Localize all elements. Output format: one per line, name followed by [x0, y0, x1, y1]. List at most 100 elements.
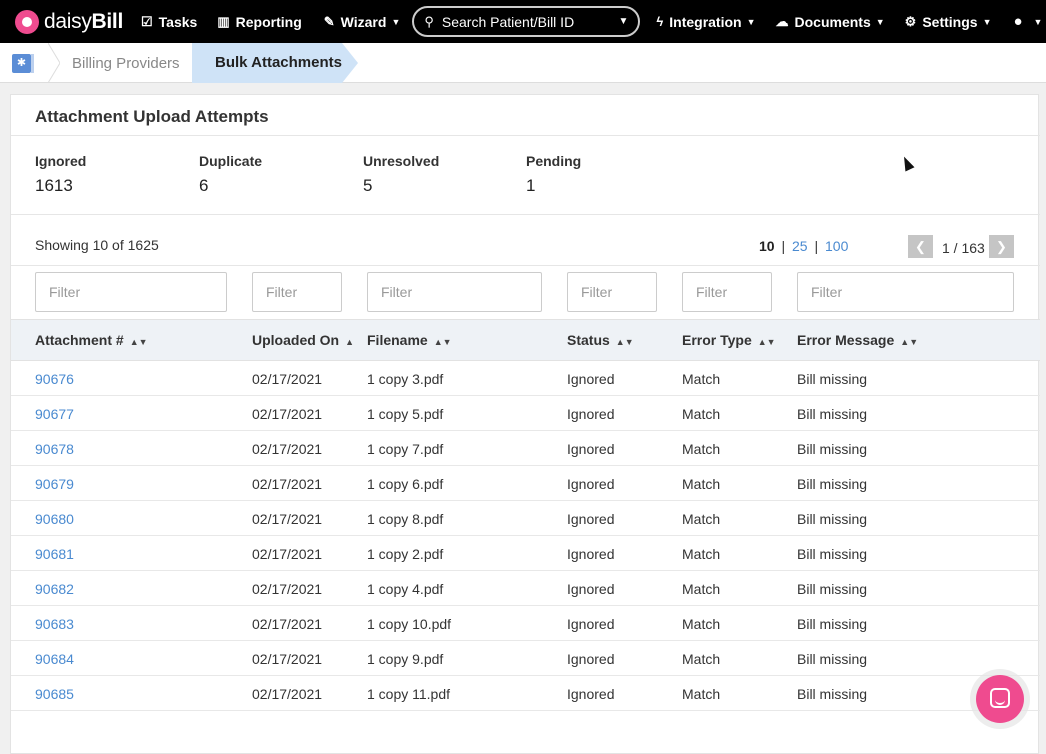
logo-text: daisyBill — [44, 9, 124, 33]
reporting-icon: ▥ — [217, 13, 230, 29]
top-nav: daisyBill ☑ Tasks ▥ Reporting ✎ Wizard ▼ ⚲ S… — [0, 0, 1046, 43]
table-cell: Bill missing — [797, 511, 868, 527]
table-cell: Match — [682, 686, 721, 702]
nav-reporting[interactable]: ▥ Reporting — [217, 0, 301, 43]
page-size-10[interactable]: 10 — [759, 238, 775, 254]
attachment-link[interactable]: 90677 — [35, 406, 74, 422]
user-icon: ● — [1013, 13, 1023, 30]
attachment-link[interactable]: 90680 — [35, 511, 74, 527]
prev-page-button[interactable]: ❮ — [908, 235, 933, 258]
nav-wizard[interactable]: ✎ Wizard ▼ — [324, 0, 401, 43]
table-cell: Bill missing — [797, 616, 868, 632]
table-cell: Match — [682, 476, 721, 492]
nav-tasks[interactable]: ☑ Tasks — [141, 0, 197, 43]
sort-icon: ▲▼ — [757, 337, 776, 347]
filter-error-type[interactable]: Filter — [682, 272, 772, 312]
stat-value: 5 — [363, 176, 373, 195]
table-cell: Match — [682, 511, 721, 527]
table-cell: 1 copy 6.pdf — [367, 476, 444, 492]
chevron-down-icon: ▼ — [746, 16, 756, 27]
documents-icon: ☁ — [775, 13, 789, 29]
table-row: 90681 02/17/2021 1 copy 2.pdf Ignored Match B… — [11, 536, 1040, 571]
stat-duplicate: Duplicate 6 — [199, 153, 262, 196]
table-cell: 1 copy 11.pdf — [367, 686, 451, 702]
nav-documents[interactable]: ☁ Documents ▼ — [776, 0, 885, 43]
table-cell: Bill missing — [797, 651, 868, 667]
breadcrumb-bulk-attachments: Bulk Attachments — [192, 43, 358, 83]
stat-value: 6 — [199, 176, 209, 195]
filter-uploaded-on[interactable]: Filter — [252, 272, 342, 312]
page-size-25[interactable]: 25 — [792, 238, 808, 254]
attachment-link[interactable]: 90676 — [35, 371, 74, 387]
search-input[interactable]: ⚲ Search Patient/Bill ID ▼ — [412, 6, 641, 37]
table-cell: Ignored — [567, 581, 615, 597]
breadcrumb: ✱ Billing Providers Bulk Attachments — [0, 43, 1046, 83]
table-cell: Match — [682, 546, 721, 562]
table-cell: Match — [682, 406, 721, 422]
page-size-selector: 10 | 25 | 100 — [759, 238, 849, 254]
table-cell: Bill missing — [797, 686, 868, 702]
divider — [11, 214, 1040, 215]
daisy-flower-icon — [15, 9, 39, 34]
attachment-link[interactable]: 90679 — [35, 476, 74, 492]
tasks-icon: ☑ — [141, 13, 153, 29]
sort-icon: ▲▼ — [900, 337, 919, 347]
breadcrumb-billing-providers[interactable]: Billing Providers — [72, 55, 180, 72]
table-row: 90676 02/17/2021 1 copy 3.pdf Ignored Match B… — [11, 361, 1040, 396]
filter-status[interactable]: Filter — [567, 272, 657, 312]
filter-attachment[interactable]: Filter — [35, 272, 227, 312]
table-cell: Ignored — [567, 511, 615, 527]
divider — [11, 265, 1040, 266]
table-cell: 02/17/2021 — [252, 371, 323, 387]
table-cell: Match — [682, 651, 721, 667]
table-cell: Ignored — [567, 616, 615, 632]
table-cell: 02/17/2021 — [252, 616, 323, 632]
attachment-card: Attachment Upload Attempts Ignored 1613 … — [10, 94, 1040, 754]
column-error-type[interactable]: Error Type ▲▼ — [682, 332, 776, 348]
stat-pending: Pending 1 — [526, 153, 581, 196]
nav-settings[interactable]: ⚙ Settings ▼ — [905, 0, 992, 43]
column-attachment[interactable]: Attachment # ▲▼ — [35, 332, 148, 348]
logo[interactable]: daisyBill — [15, 0, 123, 43]
sort-icon: ▲▼ — [433, 337, 452, 347]
table-cell: Ignored — [567, 651, 615, 667]
table-cell: Bill missing — [797, 581, 868, 597]
next-page-button[interactable]: ❯ — [989, 235, 1014, 258]
home-icon[interactable]: ✱ — [12, 54, 34, 73]
table-cell: 1 copy 9.pdf — [367, 651, 444, 667]
attachment-link[interactable]: 90681 — [35, 546, 74, 562]
table-cell: Bill missing — [797, 406, 868, 422]
table-cell: Bill missing — [797, 546, 868, 562]
column-uploaded-on[interactable]: Uploaded On ▲ — [252, 332, 354, 348]
nav-integration[interactable]: ϟ Integration ▼ — [656, 0, 755, 43]
table-row: 90682 02/17/2021 1 copy 4.pdf Ignored Match B… — [11, 571, 1040, 606]
page-size-100[interactable]: 100 — [825, 238, 848, 254]
filter-filename[interactable]: Filter — [367, 272, 542, 312]
column-status[interactable]: Status ▲▼ — [567, 332, 634, 348]
table-cell: 1 copy 10.pdf — [367, 616, 452, 632]
table-cell: 02/17/2021 — [252, 441, 323, 457]
attachment-link[interactable]: 90678 — [35, 441, 74, 457]
table-cell: Ignored — [567, 686, 615, 702]
table-cell: Match — [682, 581, 721, 597]
sort-icon: ▲▼ — [615, 337, 634, 347]
table-row: 90683 02/17/2021 1 copy 10.pdf Ignored Match… — [11, 606, 1040, 641]
attachment-link[interactable]: 90683 — [35, 616, 74, 632]
table-cell: 1 copy 8.pdf — [367, 511, 444, 527]
table-cell: 02/17/2021 — [252, 581, 323, 597]
attachment-link[interactable]: 90684 — [35, 651, 74, 667]
attachment-link[interactable]: 90682 — [35, 581, 74, 597]
stat-label: Ignored — [35, 153, 87, 169]
table-cell: Ignored — [567, 546, 615, 562]
attachment-link[interactable]: 90685 — [35, 686, 74, 702]
column-error-message[interactable]: Error Message ▲▼ — [797, 332, 918, 348]
divider — [11, 135, 1040, 136]
user-menu[interactable]: ● ▼ — [1013, 0, 1042, 43]
table-cell: 1 copy 2.pdf — [367, 546, 444, 562]
column-filename[interactable]: Filename ▲▼ — [367, 332, 452, 348]
table-cell: Ignored — [567, 406, 615, 422]
filter-error-message[interactable]: Filter — [797, 272, 1014, 312]
table-cell: Bill missing — [797, 476, 868, 492]
stat-ignored: Ignored 1613 — [35, 153, 86, 196]
chat-launcher[interactable] — [976, 675, 1024, 723]
